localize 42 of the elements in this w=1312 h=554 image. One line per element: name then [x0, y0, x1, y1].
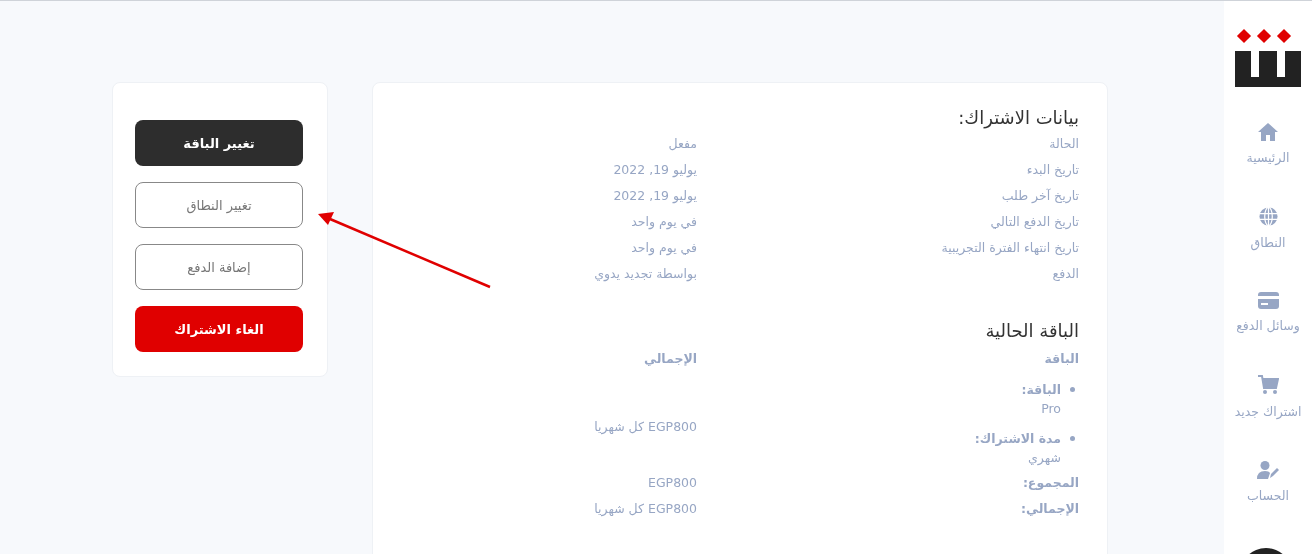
field-label: الدفع [1051, 266, 1079, 281]
summary-value: EGP800 كل شهريا [594, 501, 697, 516]
nav-item[interactable]: وسائل الدفع [1236, 292, 1300, 333]
summary-value: EGP800 [648, 475, 697, 490]
item-value: شهري [1028, 450, 1061, 465]
globe-icon [1258, 207, 1278, 226]
field-label: تاريخ انتهاء الفترة التجريبية [940, 240, 1079, 255]
cart-icon [1257, 375, 1279, 395]
field-value: في يوم واحد [631, 214, 697, 229]
action-button[interactable]: الغاء الاشتراك [135, 306, 303, 352]
field-value: في يوم واحد [631, 240, 697, 255]
action-button[interactable]: تغيير النطاق [135, 182, 303, 228]
bullet-icon [1070, 387, 1075, 392]
field-value: يوليو 19, 2022 [613, 162, 697, 177]
action-button[interactable]: إضافة الدفع [135, 244, 303, 290]
nav-item[interactable]: الحساب [1246, 461, 1290, 503]
credit-card-icon [1257, 292, 1279, 309]
field-label: تاريخ الدفع التالي [989, 214, 1079, 229]
bullet-icon [1070, 436, 1075, 441]
field-label: تاريخ البدء [1025, 162, 1079, 177]
summary-label: الإجمالي: [1020, 501, 1079, 516]
field-label: تاريخ آخر طلب [1000, 188, 1079, 203]
nav-item[interactable]: النطاق [1250, 207, 1286, 250]
column-header: الإجمالي [644, 351, 697, 366]
item-total: EGP800 كل شهريا [594, 418, 697, 434]
action-button[interactable]: تغيير الباقة [135, 120, 303, 166]
column-header: الباقة [1043, 351, 1079, 366]
section-title: بيانات الاشتراك: [957, 107, 1079, 128]
summary-label: المجموع: [1021, 475, 1079, 490]
logo-icon [1235, 27, 1301, 87]
field-value: يوليو 19, 2022 [613, 188, 697, 203]
item-label: مدة الاشتراك: [974, 430, 1061, 446]
item-label: الباقة: [1021, 381, 1061, 397]
field-value: مفعل [668, 136, 697, 151]
section-title: الباقة الحالية [984, 320, 1079, 341]
nav-item[interactable]: اشتراك جديد [1234, 375, 1302, 419]
user-edit-icon [1257, 461, 1279, 479]
field-label: الحالة [1048, 136, 1079, 151]
home-icon [1258, 123, 1278, 141]
nav-item[interactable]: الرئيسية [1246, 123, 1290, 165]
item-value: Pro [1041, 401, 1061, 416]
field-value: بواسطة تجديد يدوي [594, 266, 697, 281]
